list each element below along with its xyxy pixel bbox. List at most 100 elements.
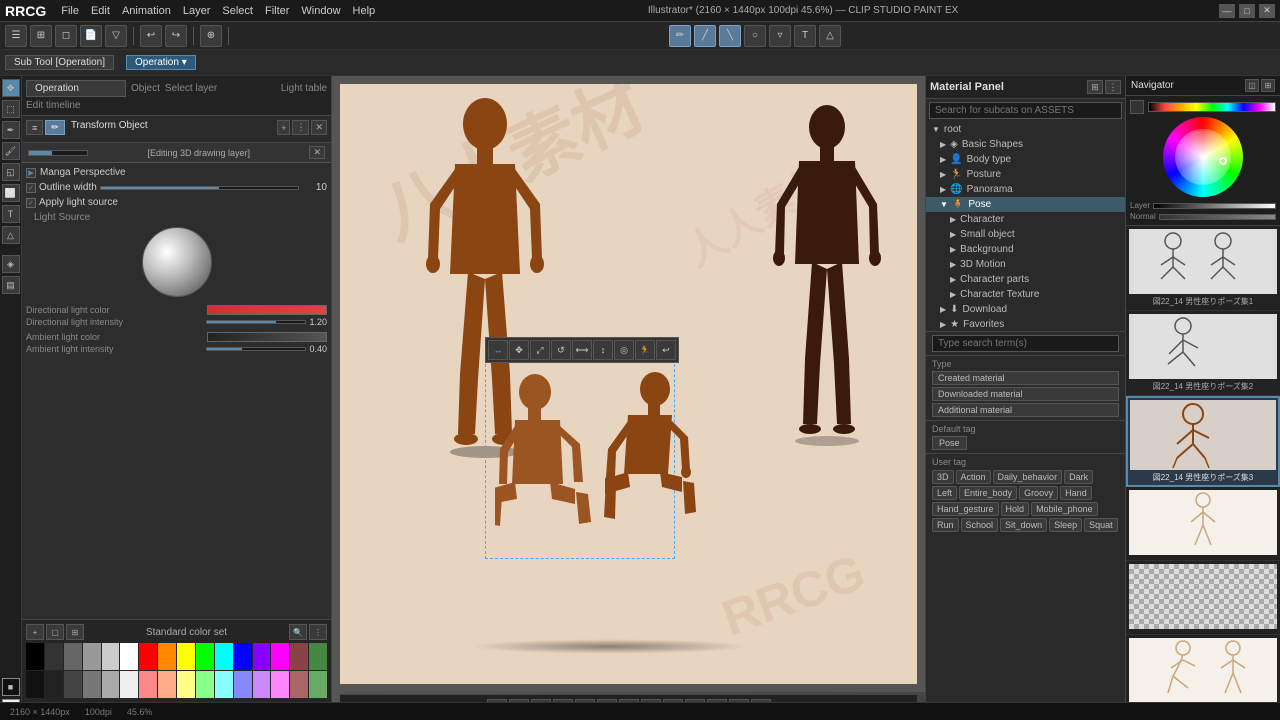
menu-help[interactable]: Help	[353, 5, 376, 17]
color-cell[interactable]	[64, 671, 82, 698]
sel-move[interactable]: ✥	[509, 340, 529, 360]
color-cell[interactable]	[120, 643, 138, 670]
select-tool-button[interactable]: ○	[744, 25, 766, 47]
tag-3d[interactable]: 3D	[932, 470, 954, 484]
color-search-btn[interactable]: 🔍	[289, 624, 307, 640]
figure-female-standing[interactable]	[767, 99, 887, 459]
brush-tool-icon[interactable]: 🖌	[2, 142, 20, 160]
new-document-button[interactable]: ☰	[5, 25, 27, 47]
text-tool-button[interactable]: T	[794, 25, 816, 47]
cat-char-texture[interactable]: ▶ Character Texture	[926, 287, 1125, 302]
subtool-icon2[interactable]: ⋮	[292, 120, 309, 135]
thumb-item-2[interactable]: 図22_14 男性座りポーズ集2	[1126, 311, 1280, 396]
eraser-tool-button[interactable]: ╲	[719, 25, 741, 47]
layer-slider[interactable]	[1153, 203, 1276, 209]
nav-panel-icon2[interactable]: ⊞	[1261, 79, 1275, 92]
undo-button[interactable]: ↩	[140, 25, 162, 47]
tag-daily[interactable]: Daily_behavior	[993, 470, 1063, 484]
color-cell[interactable]	[45, 671, 63, 698]
color-cell[interactable]	[309, 671, 327, 698]
close-button[interactable]: ✕	[1259, 4, 1275, 18]
sel-flip-v[interactable]: ↕	[593, 340, 613, 360]
cat-background[interactable]: ▶ Background	[926, 242, 1125, 257]
grid-view-button[interactable]: ⊞	[30, 25, 52, 47]
color-cell[interactable]	[102, 643, 120, 670]
outline-checkbox[interactable]: ✓	[26, 183, 36, 193]
thumb-item-1[interactable]: 図22_14 男性座りポーズ集1	[1126, 226, 1280, 311]
color-grid-btn[interactable]: ⊞	[66, 624, 84, 640]
color-cell[interactable]	[177, 643, 195, 670]
tag-school[interactable]: School	[961, 518, 999, 532]
color-picker-dot[interactable]	[1219, 157, 1227, 165]
tag-groovy[interactable]: Groovy	[1019, 486, 1058, 500]
color-cell[interactable]	[234, 643, 252, 670]
color-cell[interactable]	[290, 671, 308, 698]
color-cell[interactable]	[196, 643, 214, 670]
color-menu-btn[interactable]: ⋮	[309, 624, 327, 640]
cat-character[interactable]: ▶ Character	[926, 212, 1125, 227]
text-tool-icon[interactable]: T	[2, 205, 20, 223]
color-wheel[interactable]	[1163, 117, 1243, 197]
color-cell[interactable]	[271, 643, 289, 670]
tag-dark[interactable]: Dark	[1064, 470, 1093, 484]
color-cell[interactable]	[120, 671, 138, 698]
canvas-content[interactable]: 八人素材 RRCG 人人素材	[340, 84, 917, 684]
color-cell[interactable]	[102, 671, 120, 698]
color-cell[interactable]	[139, 671, 157, 698]
color-cell[interactable]	[83, 643, 101, 670]
thumb-item-4[interactable]	[1126, 487, 1280, 561]
color-cell[interactable]	[158, 643, 176, 670]
opacity-slider[interactable]	[1159, 214, 1276, 220]
nav-panel-icon1[interactable]: ◫	[1245, 79, 1259, 92]
minimize-button[interactable]: —	[1219, 4, 1235, 18]
cat-panorama[interactable]: ▶ 🌐 Panorama	[926, 182, 1125, 197]
material-panel-icon1[interactable]: ⊞	[1087, 80, 1103, 94]
type-additional[interactable]: Additional material	[932, 403, 1119, 417]
menu-edit[interactable]: Edit	[91, 5, 110, 17]
transform-button[interactable]: ⊕	[200, 25, 222, 47]
cat-char-parts[interactable]: ▶ Character parts	[926, 272, 1125, 287]
menu-select[interactable]: Select	[222, 5, 253, 17]
eraser-tool-icon[interactable]: ◱	[2, 163, 20, 181]
menu-filter[interactable]: Filter	[265, 5, 289, 17]
cat-pose-active[interactable]: ▼ 🧍 Pose	[926, 197, 1125, 212]
subtool-icon1[interactable]: +	[277, 120, 290, 135]
type-created[interactable]: Created material	[932, 371, 1119, 385]
cat-favorites[interactable]: ▶ ★ Favorites	[926, 317, 1125, 332]
tool3-button[interactable]: ▽	[105, 25, 127, 47]
color-wheel-container[interactable]	[1163, 117, 1243, 197]
tool2-button[interactable]: 📄	[80, 25, 102, 47]
tag-hand-gesture[interactable]: Hand_gesture	[932, 502, 999, 516]
color-add-btn[interactable]: +	[26, 624, 44, 640]
thumb-item-3[interactable]: 図22_14 男性座りポーズ集3	[1126, 396, 1280, 487]
tool1-button[interactable]: ◻	[55, 25, 77, 47]
edit-timeline-link[interactable]: Edit timeline	[26, 100, 327, 111]
color-cell[interactable]	[177, 671, 195, 698]
menu-window[interactable]: Window	[301, 5, 340, 17]
cat-body-type[interactable]: ▶ 👤 Body type	[926, 152, 1125, 167]
subtool-icon3[interactable]: ✕	[311, 120, 327, 135]
color-cell[interactable]	[64, 643, 82, 670]
figure-female-sitting[interactable]	[600, 369, 700, 534]
cat-root[interactable]: ▼ root	[926, 122, 1125, 137]
color-cell[interactable]	[26, 643, 44, 670]
tag-search-input[interactable]	[932, 335, 1119, 352]
pen-tool-icon[interactable]: ✒	[2, 121, 20, 139]
tag-hand[interactable]: Hand	[1060, 486, 1092, 500]
sel-move-x[interactable]: ↔	[488, 340, 508, 360]
color-swatch-dark[interactable]	[1130, 100, 1144, 114]
tag-action[interactable]: Action	[956, 470, 991, 484]
tag-run[interactable]: Run	[932, 518, 959, 532]
tag-left[interactable]: Left	[932, 486, 957, 500]
tag-mobile[interactable]: Mobile_phone	[1031, 502, 1098, 516]
type-downloaded[interactable]: Downloaded material	[932, 387, 1119, 401]
cat-basic-shapes[interactable]: ▶ ◈ Basic Shapes	[926, 137, 1125, 152]
cat-posture[interactable]: ▶ 🏃 Posture	[926, 167, 1125, 182]
color-cell[interactable]	[234, 671, 252, 698]
color-spectrum-bar[interactable]	[1148, 102, 1276, 112]
sel-flip-h[interactable]: ⟷	[572, 340, 592, 360]
menu-layer[interactable]: Layer	[183, 5, 211, 17]
cat-download[interactable]: ▶ ⬇ Download	[926, 302, 1125, 317]
tag-sit-down[interactable]: Sit_down	[1000, 518, 1047, 532]
color-cell[interactable]	[290, 643, 308, 670]
